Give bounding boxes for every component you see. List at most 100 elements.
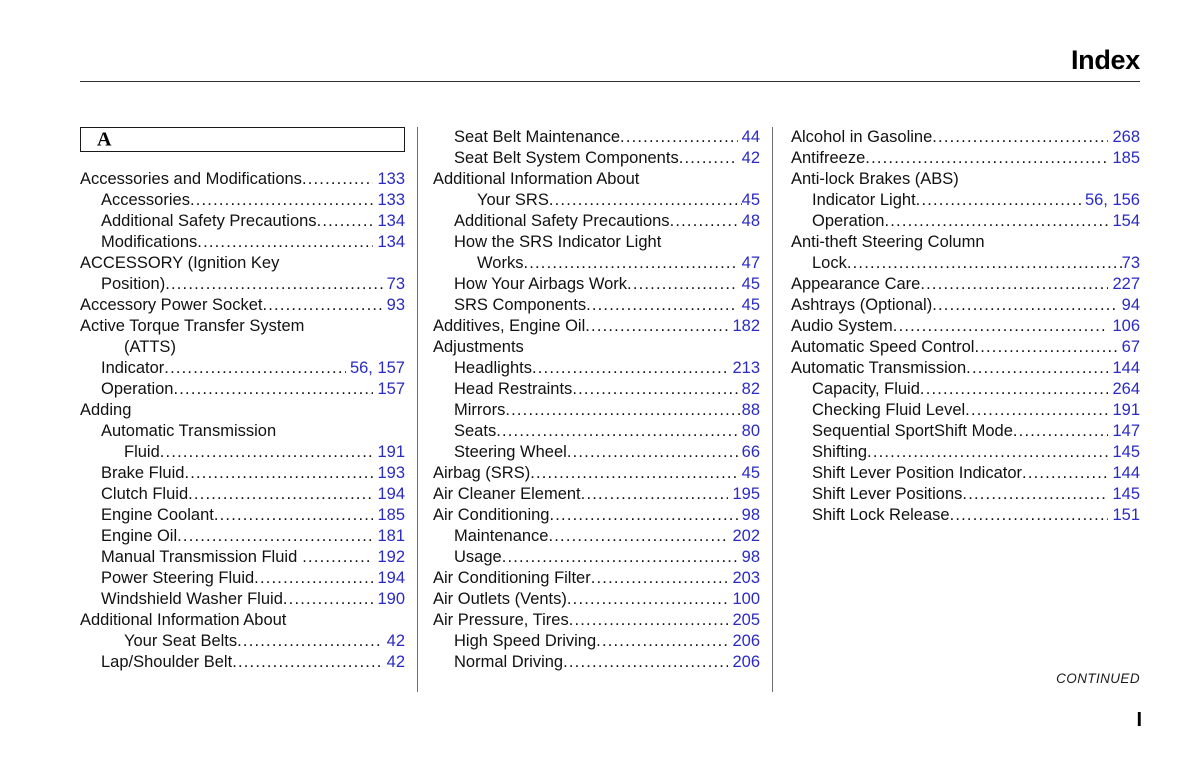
index-entry[interactable]: Additional Information About............… — [80, 610, 405, 631]
index-entry-page-number[interactable]: 145 — [1108, 442, 1140, 463]
index-entry-page-number[interactable]: 73 — [383, 274, 405, 295]
index-entry-page-number[interactable]: 194 — [373, 568, 405, 589]
index-entry-page-number[interactable]: 100 — [728, 589, 760, 610]
index-entry[interactable]: Operation...............................… — [101, 379, 405, 400]
index-entry-page-number[interactable]: 45 — [738, 295, 760, 316]
index-entry[interactable]: (ATTS)..................................… — [124, 337, 405, 358]
index-entry-page-number[interactable]: 264 — [1108, 379, 1140, 400]
index-entry[interactable]: Additional Information About............… — [433, 169, 760, 190]
index-entry[interactable]: Engine Coolant..........................… — [101, 505, 405, 526]
index-entry-page-number[interactable]: 44 — [738, 127, 760, 148]
index-entry[interactable]: Air Conditioning Filter.................… — [433, 568, 760, 589]
index-entry[interactable]: Brake Fluid.............................… — [101, 463, 405, 484]
index-entry[interactable]: Operation...............................… — [812, 211, 1140, 232]
index-entry-page-number[interactable]: 195 — [728, 484, 760, 505]
index-entry[interactable]: Headlights..............................… — [454, 358, 760, 379]
index-entry-page-number[interactable]: 133 — [373, 190, 405, 211]
index-entry-page-number[interactable]: 45 — [738, 463, 760, 484]
index-entry[interactable]: Air Pressure, Tires.....................… — [433, 610, 760, 631]
index-entry-page-number[interactable]: 203 — [728, 568, 760, 589]
index-entry-page-number[interactable]: 66 — [738, 442, 760, 463]
index-entry-page-number[interactable]: 88 — [742, 400, 760, 421]
index-entry-page-number[interactable]: 47 — [738, 253, 760, 274]
index-entry-page-number[interactable]: 42 — [383, 652, 405, 673]
index-entry[interactable]: Automatic Transmission..................… — [791, 358, 1140, 379]
index-entry[interactable]: Position)...............................… — [101, 274, 405, 295]
index-entry-page-number[interactable]: 205 — [728, 610, 760, 631]
index-entry[interactable]: Seat Belt Maintenance...................… — [454, 127, 760, 148]
index-entry[interactable]: Head Restraints.........................… — [454, 379, 760, 400]
index-entry[interactable]: Manual Transmission Fluid...............… — [101, 547, 405, 568]
index-entry-page-number[interactable]: 98 — [738, 547, 760, 568]
index-entry-page-number[interactable]: 134 — [373, 211, 405, 232]
index-entry-page-number[interactable]: 181 — [373, 526, 405, 547]
index-entry[interactable]: Active Torque Transfer System...........… — [80, 316, 405, 337]
index-entry[interactable]: Air Outlets (Vents).....................… — [433, 589, 760, 610]
index-entry[interactable]: Shift Lock Release......................… — [812, 505, 1140, 526]
index-entry[interactable]: Lock....................................… — [812, 253, 1140, 274]
index-entry[interactable]: Engine Oil..............................… — [101, 526, 405, 547]
index-entry[interactable]: Automatic Speed Control.................… — [791, 337, 1140, 358]
index-entry[interactable]: Audio System............................… — [791, 316, 1140, 337]
index-entry[interactable]: Maintenance.............................… — [454, 526, 760, 547]
index-entry[interactable]: Air Conditioning........................… — [433, 505, 760, 526]
index-entry[interactable]: Adding..................................… — [80, 400, 405, 421]
index-entry[interactable]: Appearance Care.........................… — [791, 274, 1140, 295]
index-entry[interactable]: Air Cleaner Element.....................… — [433, 484, 760, 505]
index-entry[interactable]: Modifications...........................… — [101, 232, 405, 253]
index-entry-page-number[interactable]: 190 — [373, 589, 405, 610]
index-entry-page-number[interactable]: 145 — [1108, 484, 1140, 505]
index-entry[interactable]: Sequential SportShift Mode..............… — [812, 421, 1140, 442]
index-entry[interactable]: SRS Components..........................… — [454, 295, 760, 316]
index-entry[interactable]: Seats...................................… — [454, 421, 760, 442]
index-entry-page-number[interactable]: 185 — [1108, 148, 1140, 169]
index-entry[interactable]: Adjustments.............................… — [433, 337, 760, 358]
index-entry[interactable]: ACCESSORY (Ignition Key.................… — [80, 253, 405, 274]
index-entry[interactable]: Checking Fluid Level....................… — [812, 400, 1140, 421]
index-entry-page-number[interactable]: 42 — [383, 631, 405, 652]
index-entry-page-number[interactable]: 147 — [1108, 421, 1140, 442]
index-entry[interactable]: How the SRS Indicator Light.............… — [454, 232, 760, 253]
index-entry[interactable]: How Your Airbags Work...................… — [454, 274, 760, 295]
index-entry[interactable]: Additional Safety Precautions...........… — [454, 211, 760, 232]
index-entry-page-number[interactable]: 42 — [738, 148, 760, 169]
index-entry-page-number[interactable]: 192 — [373, 547, 405, 568]
index-entry-page-number[interactable]: 202 — [728, 526, 760, 547]
index-entry-page-number[interactable]: 213 — [728, 358, 760, 379]
index-entry[interactable]: Power Steering Fluid....................… — [101, 568, 405, 589]
index-entry-page-number[interactable]: 193 — [373, 463, 405, 484]
index-entry[interactable]: Works...................................… — [477, 253, 760, 274]
index-entry[interactable]: Antifreeze..............................… — [791, 148, 1140, 169]
index-entry[interactable]: Windshield Washer Fluid.................… — [101, 589, 405, 610]
index-entry-page-number[interactable]: 106 — [1108, 316, 1140, 337]
index-entry-page-number[interactable]: 194 — [373, 484, 405, 505]
index-entry-page-number[interactable]: 56, 156 — [1081, 190, 1140, 211]
index-entry-page-number[interactable]: 94 — [1118, 295, 1140, 316]
index-entry[interactable]: Anti-theft Steering Column..............… — [791, 232, 1140, 253]
index-entry[interactable]: Indicator Light.........................… — [812, 190, 1140, 211]
index-entry-page-number[interactable]: 206 — [728, 631, 760, 652]
index-entry[interactable]: Automatic Transmission..................… — [101, 421, 405, 442]
index-entry[interactable]: Clutch Fluid............................… — [101, 484, 405, 505]
index-entry-page-number[interactable]: 134 — [373, 232, 405, 253]
index-entry-page-number[interactable]: 206 — [728, 652, 760, 673]
index-entry[interactable]: Seat Belt System Components.............… — [454, 148, 760, 169]
index-entry[interactable]: Additional Safety Precautions...........… — [101, 211, 405, 232]
index-entry[interactable]: High Speed Driving......................… — [454, 631, 760, 652]
index-entry-page-number[interactable]: 227 — [1108, 274, 1140, 295]
index-entry-page-number[interactable]: 45 — [742, 190, 760, 211]
index-entry-page-number[interactable]: 191 — [1108, 400, 1140, 421]
index-entry[interactable]: Fluid...................................… — [124, 442, 405, 463]
index-entry[interactable]: Mirrors.................................… — [454, 400, 760, 421]
index-entry[interactable]: Your Seat Belts.........................… — [124, 631, 405, 652]
index-entry[interactable]: Anti-lock Brakes (ABS)..................… — [791, 169, 1140, 190]
index-entry[interactable]: Accessory Power Socket..................… — [80, 295, 405, 316]
index-entry-page-number[interactable]: 82 — [738, 379, 760, 400]
index-entry[interactable]: Capacity, Fluid.........................… — [812, 379, 1140, 400]
index-entry[interactable]: Usage...................................… — [454, 547, 760, 568]
index-entry-page-number[interactable]: 45 — [738, 274, 760, 295]
index-entry-page-number[interactable]: 98 — [738, 505, 760, 526]
index-entry-page-number[interactable]: 80 — [738, 421, 760, 442]
index-entry[interactable]: Indicator...............................… — [101, 358, 405, 379]
index-entry-page-number[interactable]: 144 — [1108, 358, 1140, 379]
